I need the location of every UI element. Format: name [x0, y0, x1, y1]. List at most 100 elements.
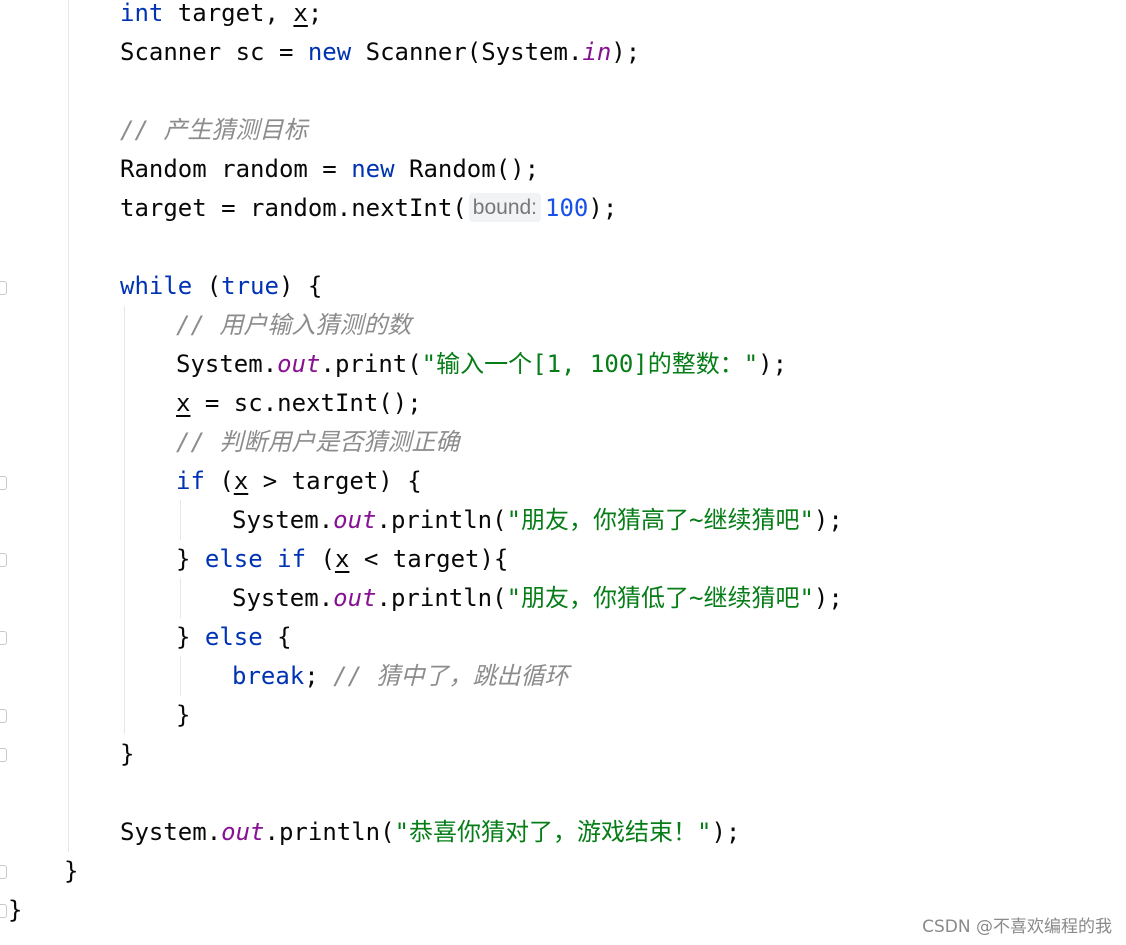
- fold-marker-icon[interactable]: [0, 709, 7, 723]
- code-line[interactable]: target = random.nextInt(bound: 100);: [120, 189, 617, 228]
- code-token: (: [192, 272, 222, 300]
- code-token: (: [306, 545, 335, 573]
- code-line[interactable]: if (x > target) {: [176, 462, 422, 501]
- code-token: }: [120, 740, 135, 768]
- indent-guide: [180, 656, 181, 696]
- code-editor[interactable]: int target, x; Scanner sc = new Scanner(S…: [0, 0, 1126, 945]
- keyword-token: if: [176, 467, 205, 495]
- code-line[interactable]: Scanner sc = new Scanner(System.in);: [120, 33, 640, 72]
- code-token: ) {: [278, 272, 323, 300]
- variable-token: x: [176, 389, 191, 417]
- keyword-token: else if: [204, 545, 307, 573]
- code-token: {: [262, 623, 292, 651]
- code-comment: // 用户输入猜测的数: [176, 311, 412, 339]
- keyword-token: int: [120, 0, 164, 27]
- code-comment: // 产生猜测目标: [120, 116, 308, 144]
- code-token: > target) {: [248, 467, 422, 495]
- code-line[interactable]: }: [64, 852, 78, 891]
- watermark: CSDN @不喜欢编程的我: [922, 917, 1112, 937]
- code-token: Scanner sc =: [120, 38, 308, 66]
- code-line[interactable]: System.out.println("恭喜你猜对了，游戏结束！");: [120, 813, 740, 852]
- string-literal: "朋友，你猜低了~继续猜吧": [506, 584, 814, 612]
- code-line[interactable]: } else {: [176, 618, 292, 657]
- code-token: System.: [232, 584, 334, 612]
- indent-guide: [124, 306, 125, 734]
- keyword-token: new: [307, 38, 352, 66]
- code-line[interactable]: }: [120, 735, 134, 774]
- static-field-token: out: [221, 818, 265, 846]
- static-field-token: in: [582, 38, 612, 66]
- fold-marker-icon[interactable]: [0, 904, 7, 918]
- code-token: .print(: [320, 350, 422, 378]
- code-token: .println(: [376, 584, 507, 612]
- number-literal: 100: [545, 194, 589, 222]
- code-token: < target){: [349, 545, 509, 573]
- code-token: }: [64, 857, 79, 885]
- code-token: }: [176, 623, 205, 651]
- fold-marker-icon[interactable]: [0, 281, 7, 295]
- indent-guide: [180, 578, 181, 618]
- code-line[interactable]: } else if (x < target){: [176, 540, 508, 579]
- static-field-token: out: [277, 350, 321, 378]
- code-token: Scanner(System.: [351, 38, 583, 66]
- code-token: }: [8, 896, 23, 924]
- code-comment: // 判断用户是否猜测正确: [176, 428, 460, 456]
- code-line[interactable]: int target, x;: [120, 0, 322, 33]
- code-line[interactable]: System.out.println("朋友，你猜高了~继续猜吧");: [232, 501, 843, 540]
- string-literal: "输入一个[1, 100]的整数：": [421, 350, 759, 378]
- keyword-token: new: [351, 155, 395, 183]
- variable-token: x: [293, 0, 308, 27]
- code-line[interactable]: // 产生猜测目标: [120, 111, 307, 150]
- code-token: );: [758, 350, 788, 378]
- keyword-token: else: [204, 623, 263, 651]
- code-token: );: [813, 584, 843, 612]
- static-field-token: out: [333, 506, 377, 534]
- code-token: System.: [176, 350, 278, 378]
- code-token: );: [813, 506, 843, 534]
- code-line[interactable]: }: [8, 891, 22, 930]
- code-token: .println(: [376, 506, 507, 534]
- code-line[interactable]: while (true) {: [120, 267, 322, 306]
- code-line[interactable]: // 用户输入猜测的数: [176, 306, 411, 345]
- string-literal: "恭喜你猜对了，游戏结束！": [394, 818, 712, 846]
- fold-marker-icon[interactable]: [0, 748, 7, 762]
- fold-marker-icon[interactable]: [0, 631, 7, 645]
- code-line[interactable]: break; // 猜中了，跳出循环: [232, 657, 569, 696]
- code-token: target = random.nextInt(: [120, 194, 467, 222]
- code-line[interactable]: }: [176, 696, 190, 735]
- fold-marker-icon[interactable]: [0, 553, 7, 567]
- code-line[interactable]: Random random = new Random();: [120, 150, 539, 189]
- code-line[interactable]: System.out.println("朋友，你猜低了~继续猜吧");: [232, 579, 843, 618]
- code-token: target,: [163, 0, 294, 27]
- parameter-hint: bound:: [468, 193, 542, 222]
- fold-marker-icon[interactable]: [0, 865, 7, 879]
- code-token: );: [588, 194, 618, 222]
- code-token: }: [176, 701, 191, 729]
- code-line[interactable]: // 判断用户是否猜测正确: [176, 423, 459, 462]
- variable-token: x: [233, 467, 249, 495]
- code-token: (: [204, 467, 234, 495]
- indent-guide: [180, 500, 181, 540]
- variable-token: x: [334, 545, 350, 573]
- code-token: ;: [304, 662, 334, 690]
- code-line[interactable]: x = sc.nextInt();: [176, 384, 422, 423]
- code-comment: // 猜中了，跳出循环: [333, 662, 569, 690]
- keyword-token: true: [221, 272, 279, 300]
- code-token: }: [176, 545, 205, 573]
- indent-guide: [68, 0, 69, 852]
- code-token: .println(: [264, 818, 395, 846]
- code-line[interactable]: System.out.print("输入一个[1, 100]的整数：");: [176, 345, 787, 384]
- static-field-token: out: [333, 584, 377, 612]
- code-token: );: [711, 818, 741, 846]
- code-token: System.: [232, 506, 334, 534]
- keyword-token: break: [232, 662, 305, 690]
- string-literal: "朋友，你猜高了~继续猜吧": [506, 506, 814, 534]
- code-token: = sc.nextInt();: [190, 389, 422, 417]
- code-token: Random();: [394, 155, 540, 183]
- code-token: );: [611, 38, 641, 66]
- fold-marker-icon[interactable]: [0, 476, 7, 490]
- code-token: Random random =: [120, 155, 352, 183]
- keyword-token: while: [120, 272, 193, 300]
- code-token: ;: [307, 0, 323, 27]
- code-token: System.: [120, 818, 222, 846]
